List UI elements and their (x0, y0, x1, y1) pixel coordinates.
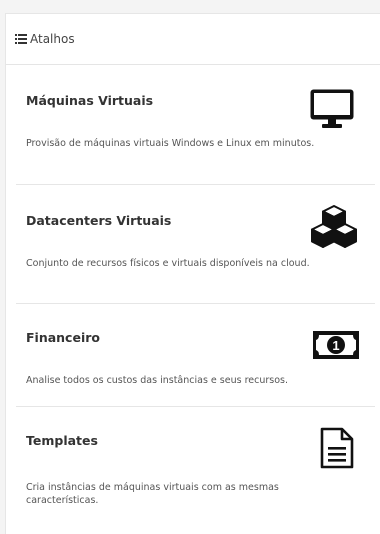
shortcut-title[interactable]: Datacenters Virtuais (26, 213, 171, 228)
list-icon (15, 34, 27, 44)
shortcut-virtual-machines[interactable]: Máquinas Virtuais Provisão de máquinas v… (16, 65, 375, 185)
desktop-icon[interactable] (309, 88, 355, 130)
panel-title: Atalhos (30, 32, 75, 46)
shortcut-title[interactable]: Templates (26, 433, 98, 448)
panel-header: Atalhos (6, 14, 380, 65)
shortcut-title[interactable]: Financeiro (26, 330, 100, 345)
shortcut-templates[interactable]: Templates Cria instâncias de máquinas vi… (16, 407, 375, 532)
shortcut-list: Máquinas Virtuais Provisão de máquinas v… (6, 65, 380, 532)
shortcuts-panel: Atalhos Máquinas Virtuais Provisão de má… (5, 13, 380, 534)
money-icon-label: 1 (332, 338, 339, 353)
shortcut-description: Conjunto de recursos físicos e virtuais … (26, 258, 310, 269)
shortcut-description: Provisão de máquinas virtuais Windows e … (26, 138, 315, 149)
money-icon[interactable]: 1 (312, 330, 360, 360)
shortcut-description: Cria instâncias de máquinas virtuais com… (26, 482, 279, 506)
shortcut-virtual-datacenters[interactable]: Datacenters Virtuais Conjunto de recurso… (16, 185, 375, 304)
shortcut-financial[interactable]: Financeiro 1 Analise todos os custos das… (16, 304, 375, 407)
file-text-icon[interactable] (319, 427, 355, 469)
shortcut-title[interactable]: Máquinas Virtuais (26, 93, 153, 108)
shortcut-description: Analise todos os custos das instâncias e… (26, 375, 288, 386)
cubes-icon[interactable] (310, 204, 358, 250)
